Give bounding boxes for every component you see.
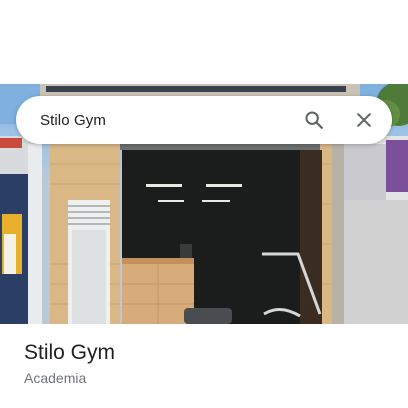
place-category: Academia xyxy=(24,370,87,386)
search-bar[interactable]: Stilo Gym xyxy=(16,96,392,144)
close-icon xyxy=(357,113,371,127)
search-query-text[interactable]: Stilo Gym xyxy=(40,112,294,129)
close-button[interactable] xyxy=(344,100,384,140)
search-icon xyxy=(305,111,323,129)
place-title[interactable]: Stilo Gym xyxy=(24,341,115,365)
search-button[interactable] xyxy=(294,100,334,140)
